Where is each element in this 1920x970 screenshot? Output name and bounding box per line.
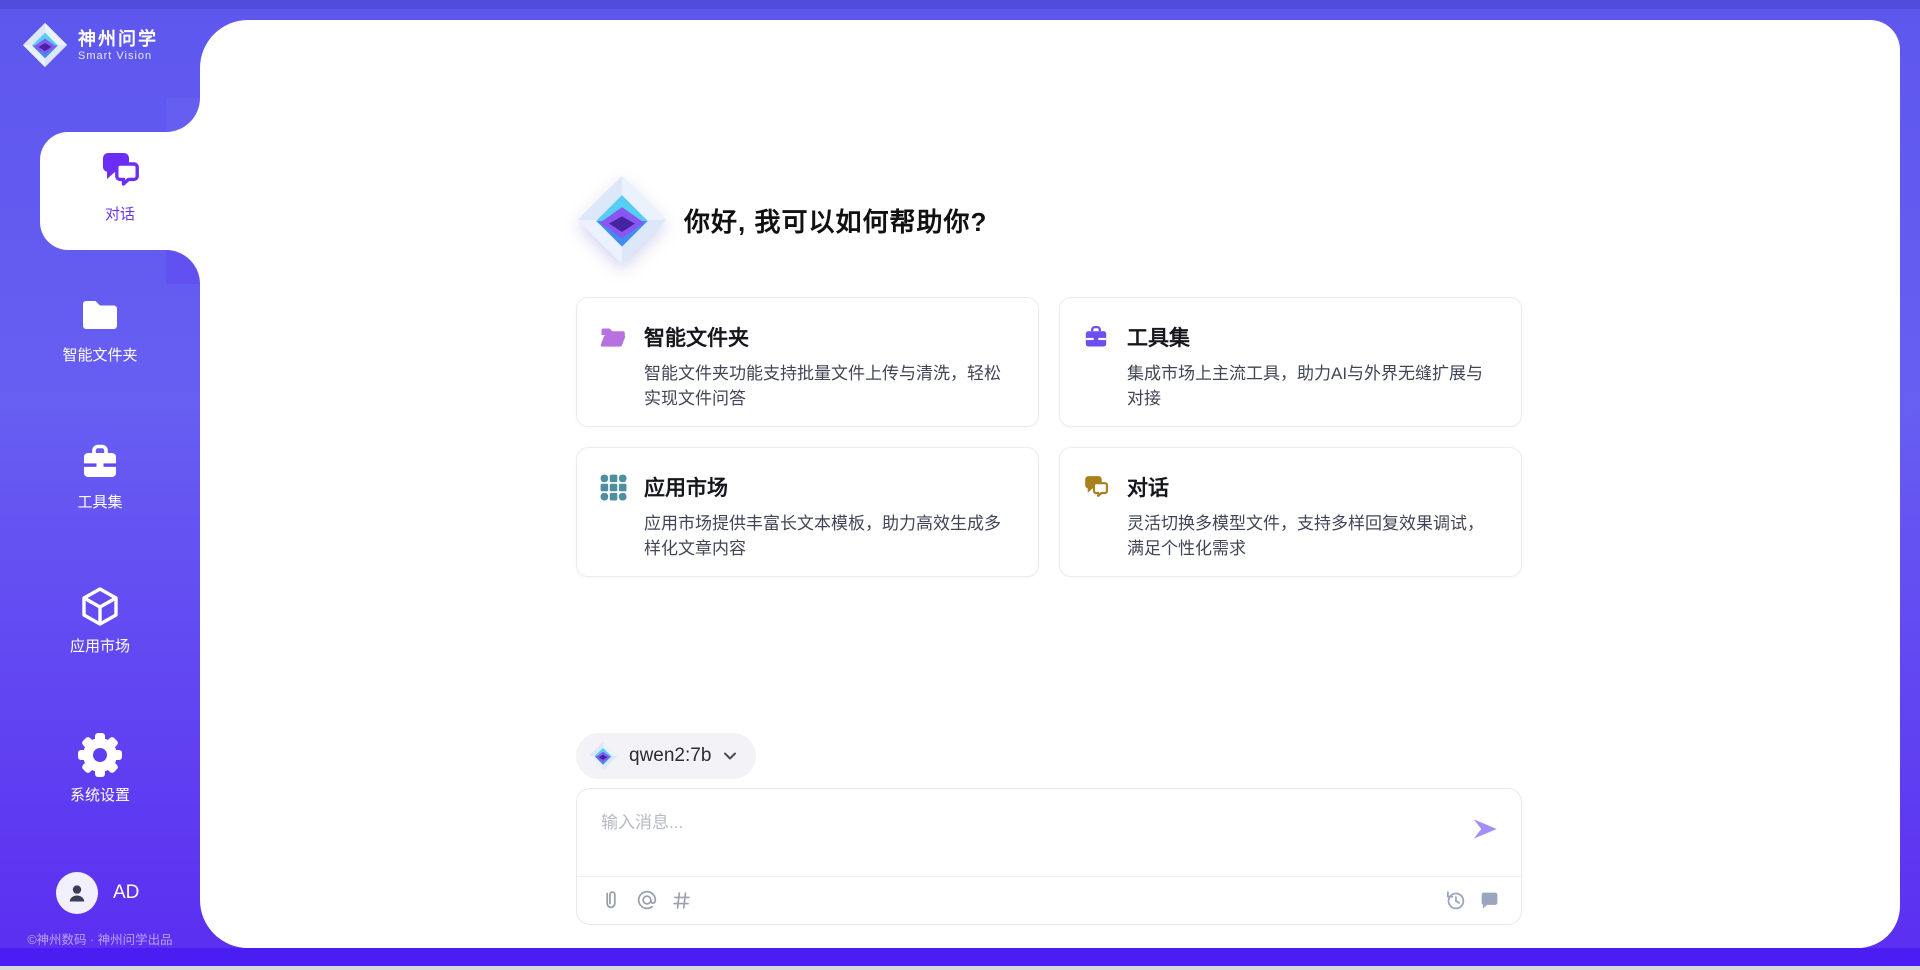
sidebar-item-toolset[interactable]: 工具集 <box>0 440 200 512</box>
sidebar-item-label: 工具集 <box>0 491 200 512</box>
card-description: 智能文件夹功能支持批量文件上传与清洗，轻松实现文件问答 <box>644 361 1016 411</box>
feedback-button[interactable] <box>1479 889 1501 911</box>
hash-icon <box>671 890 692 911</box>
folder-icon <box>78 293 122 337</box>
gear-icon <box>78 733 122 777</box>
card-description: 集成市场上主流工具，助力AI与外界无缝扩展与对接 <box>1127 361 1499 411</box>
send-button[interactable] <box>1469 814 1501 846</box>
chevron-down-icon <box>722 748 738 764</box>
sidebar-item-label: 对话 <box>40 203 200 224</box>
grid-icon <box>599 473 627 501</box>
greeting-title: 你好, 我可以如何帮助你? <box>684 202 987 239</box>
history-icon <box>1444 889 1467 912</box>
card-title: 工具集 <box>1127 322 1190 352</box>
greeting-logo-icon <box>576 172 668 268</box>
sidebar-item-chat[interactable]: 对话 <box>40 132 200 250</box>
send-icon <box>1470 814 1500 844</box>
card-description: 灵活切换多模型文件，支持多样回复效果调试，满足个性化需求 <box>1127 511 1499 561</box>
sidebar: 神州问学 Smart Vision 对话 智能文件夹 工具集 应 <box>0 0 200 948</box>
at-icon <box>636 889 658 911</box>
sidebar-item-app-market[interactable]: 应用市场 <box>0 584 200 656</box>
brand-logo-icon <box>22 22 68 68</box>
main-panel: 你好, 我可以如何帮助你? 智能文件夹 智能文件夹功能支持批量文件上传与清洗，轻… <box>200 20 1900 948</box>
sidebar-item-settings[interactable]: 系统设置 <box>0 733 200 805</box>
history-button[interactable] <box>1444 889 1466 911</box>
user-profile[interactable]: AD <box>56 872 139 914</box>
cube-icon <box>78 584 122 628</box>
sidebar-item-label: 系统设置 <box>0 784 200 805</box>
model-name: qwen2:7b <box>629 745 711 767</box>
tab-curve-top <box>166 98 200 132</box>
card-title: 智能文件夹 <box>644 322 749 352</box>
avatar <box>56 872 98 914</box>
card-title: 对话 <box>1127 472 1169 502</box>
card-app-market[interactable]: 应用市场 应用市场提供丰富长文本模板，助力高效生成多样化文章内容 <box>576 447 1039 577</box>
composer-right-tools <box>1444 876 1501 924</box>
brand-tagline: Smart Vision <box>78 50 158 63</box>
composer-divider <box>577 876 1521 877</box>
user-name: AD <box>113 882 139 904</box>
model-logo-icon <box>588 741 618 771</box>
mention-button[interactable] <box>636 889 658 911</box>
composer <box>576 788 1522 925</box>
card-smart-folder[interactable]: 智能文件夹 智能文件夹功能支持批量文件上传与清洗，轻松实现文件问答 <box>576 297 1039 427</box>
composer-left-tools <box>601 876 693 924</box>
model-selector[interactable]: qwen2:7b <box>576 733 756 779</box>
chat-bubble-icon <box>1479 890 1500 911</box>
bottom-bar <box>0 948 1920 966</box>
greeting: 你好, 我可以如何帮助你? <box>576 172 987 268</box>
tab-curve-bottom <box>166 250 200 284</box>
user-icon <box>65 881 89 905</box>
toolbox-icon <box>78 440 122 484</box>
sidebar-item-label: 应用市场 <box>0 635 200 656</box>
card-description: 应用市场提供丰富长文本模板，助力高效生成多样化文章内容 <box>644 511 1016 561</box>
chat-icon <box>98 148 142 192</box>
app-root: 神州问学 Smart Vision 对话 智能文件夹 工具集 应 <box>0 0 1920 970</box>
card-chat[interactable]: 对话 灵活切换多模型文件，支持多样回复效果调试，满足个性化需求 <box>1059 447 1522 577</box>
chat-icon <box>1082 473 1110 501</box>
bottom-strip <box>0 966 1920 970</box>
sidebar-item-label: 智能文件夹 <box>0 344 200 365</box>
hash-button[interactable] <box>671 889 693 911</box>
brand-name: 神州问学 <box>78 28 158 50</box>
toolbox-icon <box>1082 323 1110 351</box>
main-content: 你好, 我可以如何帮助你? 智能文件夹 智能文件夹功能支持批量文件上传与清洗，轻… <box>576 20 1522 948</box>
feature-cards: 智能文件夹 智能文件夹功能支持批量文件上传与清洗，轻松实现文件问答 工具集 <box>576 297 1522 577</box>
card-title: 应用市场 <box>644 472 728 502</box>
top-edge <box>0 0 1920 9</box>
card-toolset[interactable]: 工具集 集成市场上主流工具，助力AI与外界无缝扩展与对接 <box>1059 297 1522 427</box>
sidebar-item-smart-folder[interactable]: 智能文件夹 <box>0 293 200 365</box>
message-input[interactable] <box>577 789 1447 873</box>
paperclip-icon <box>601 889 621 911</box>
sidebar-footer: ©神州数码 · 神州问学出品 <box>0 929 200 948</box>
attach-button[interactable] <box>601 889 623 911</box>
folder-open-icon <box>599 323 627 351</box>
brand: 神州问学 Smart Vision <box>22 22 158 68</box>
